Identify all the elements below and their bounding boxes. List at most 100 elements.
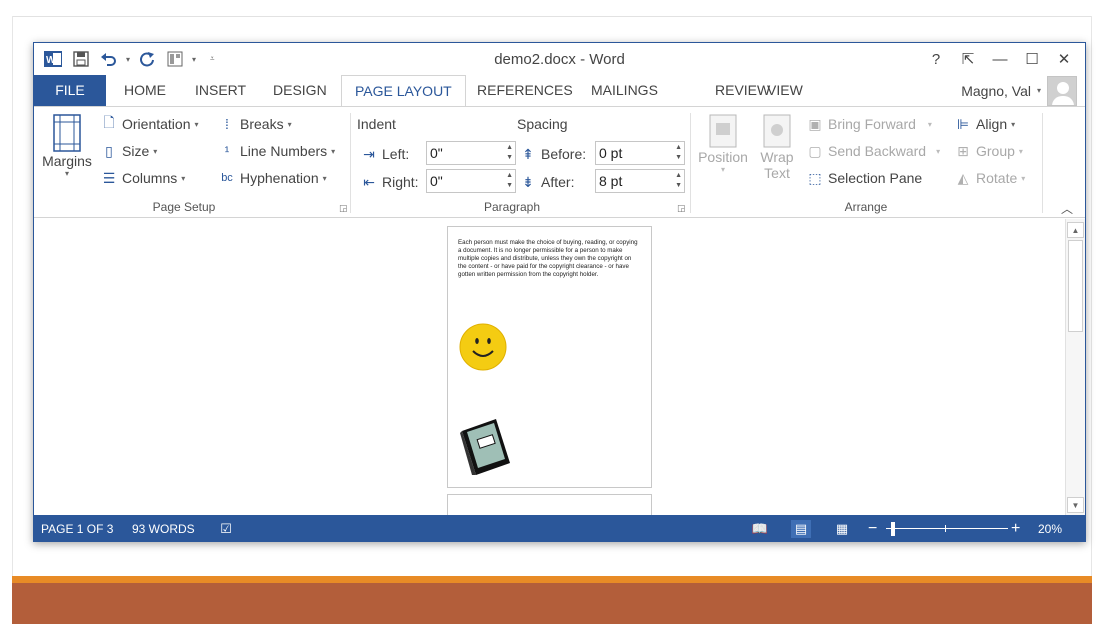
- spinner-arrows-icon[interactable]: ▲ ▼: [506, 171, 513, 191]
- position-label: Position: [698, 149, 748, 165]
- page-setup-launcher-icon[interactable]: ◲: [339, 203, 348, 214]
- group-button[interactable]: ⊞ Group ▾: [954, 140, 1023, 162]
- page-count[interactable]: PAGE 1 OF 3: [41, 515, 113, 541]
- spacing-before-value: 0 pt: [599, 145, 623, 161]
- zoom-slider-thumb[interactable]: [891, 522, 895, 536]
- spacing-heading: Spacing: [517, 116, 568, 132]
- spinner-arrows-icon[interactable]: ▲ ▼: [506, 143, 513, 163]
- zoom-out-icon[interactable]: −: [868, 515, 877, 541]
- columns-dropdown-icon: ▾: [181, 173, 186, 183]
- ribbon-tabs: FILE HOME INSERT DESIGN PAGE LAYOUT REFE…: [34, 75, 1085, 107]
- vertical-scrollbar[interactable]: ▲ ▼: [1065, 219, 1085, 515]
- collapse-ribbon-icon[interactable]: ︿: [1061, 200, 1073, 217]
- scroll-down-icon[interactable]: ▼: [1067, 497, 1084, 513]
- spacing-after-label-row: ⇟ After:: [519, 171, 574, 193]
- rotate-icon: ◭: [957, 169, 969, 186]
- line-numbers-dropdown-icon: ▾: [331, 146, 336, 156]
- selection-pane-icon: ⬚: [808, 169, 822, 186]
- align-button[interactable]: ⊫ Align ▾: [954, 113, 1015, 135]
- send-backward-label: Send Backward: [828, 143, 927, 159]
- word-count[interactable]: 93 WORDS: [132, 515, 195, 541]
- paragraph-launcher-icon[interactable]: ◲: [677, 203, 686, 214]
- indent-right-value: 0": [430, 173, 443, 189]
- indent-right-icon: ⇤: [363, 173, 375, 190]
- breaks-icon: ⁞: [225, 116, 229, 132]
- spinner-arrows-icon[interactable]: ▲ ▼: [675, 171, 682, 191]
- help-button[interactable]: ?: [923, 47, 949, 71]
- slide-band-orange: [12, 576, 1092, 583]
- smiley-face-clipart[interactable]: [459, 323, 507, 371]
- paragraph-group-label: Paragraph: [483, 200, 541, 214]
- margins-button[interactable]: Margins ▾: [40, 113, 94, 178]
- columns-button[interactable]: ☰ Columns ▾: [100, 167, 186, 189]
- line-numbers-label: Line Numbers: [240, 143, 328, 159]
- scroll-thumb[interactable]: [1068, 240, 1083, 332]
- zoom-in-icon[interactable]: +: [1011, 515, 1020, 541]
- size-icon: ▯: [105, 142, 113, 159]
- word-window: W ▾ ▾ ⩡ demo2.docx - Word ? ⇱ — ☐ ✕ FILE…: [33, 42, 1086, 542]
- tab-design[interactable]: DESIGN: [260, 75, 340, 106]
- status-bar: PAGE 1 OF 3 93 WORDS ☑ 📖 ▤ ▦ − + 20%: [34, 515, 1085, 541]
- hyphenation-button[interactable]: bc Hyphenation ▾: [218, 167, 326, 189]
- position-icon: [709, 114, 737, 148]
- send-backward-button[interactable]: ▢ Send Backward ▾: [806, 140, 940, 162]
- spinner-arrows-icon[interactable]: ▲ ▼: [675, 143, 682, 163]
- user-account[interactable]: Magno, Val ▾: [961, 75, 1077, 106]
- orientation-icon: 🗋: [103, 114, 115, 130]
- wrap-text-button[interactable]: Wrap Text: [752, 113, 802, 181]
- zoom-level[interactable]: 20%: [1038, 515, 1062, 541]
- proofing-icon[interactable]: ☑: [216, 520, 236, 538]
- breaks-button[interactable]: ⁞ Breaks ▾: [218, 113, 292, 135]
- spacing-after-icon: ⇟: [522, 173, 534, 190]
- close-button[interactable]: ✕: [1051, 47, 1077, 71]
- selection-pane-button[interactable]: ⬚ Selection Pane: [806, 167, 922, 189]
- tab-mailings[interactable]: MAILINGS: [578, 75, 671, 106]
- ribbon-display-options-button[interactable]: ⇱: [955, 47, 981, 71]
- read-mode-icon[interactable]: 📖: [750, 520, 770, 538]
- spacing-after-field[interactable]: 8 pt ▲ ▼: [595, 169, 685, 193]
- position-button[interactable]: Position ▾: [696, 113, 750, 174]
- indent-left-label: Left:: [382, 146, 410, 162]
- breaks-dropdown-icon: ▾: [287, 119, 292, 129]
- spacing-before-label: Before:: [541, 146, 587, 162]
- spacing-before-field[interactable]: 0 pt ▲ ▼: [595, 141, 685, 165]
- group-label: Group: [976, 143, 1015, 159]
- align-icon: ⊫: [956, 115, 970, 132]
- zoom-slider-track[interactable]: [886, 528, 1008, 529]
- scroll-up-icon[interactable]: ▲: [1067, 222, 1084, 238]
- breaks-label: Breaks: [240, 116, 284, 132]
- title-bar: W ▾ ▾ ⩡ demo2.docx - Word ? ⇱ — ☐ ✕: [34, 43, 1085, 75]
- size-label: Size: [122, 143, 150, 159]
- rotate-button[interactable]: ◭ Rotate ▾: [954, 167, 1026, 189]
- line-numbers-icon: ¹: [224, 143, 230, 159]
- indent-right-label: Right:: [382, 174, 419, 190]
- tab-file[interactable]: FILE: [34, 75, 106, 106]
- tab-references[interactable]: REFERENCES: [464, 75, 586, 106]
- indent-left-value: 0": [430, 145, 443, 161]
- tab-home[interactable]: HOME: [111, 75, 179, 106]
- orientation-button[interactable]: 🗋 Orientation ▾: [100, 113, 198, 135]
- law-book-clipart[interactable]: [458, 417, 512, 477]
- tab-insert[interactable]: INSERT: [182, 75, 259, 106]
- minimize-button[interactable]: —: [987, 47, 1013, 71]
- line-numbers-button[interactable]: ¹ Line Numbers ▾: [218, 140, 336, 162]
- indent-left-field[interactable]: 0" ▲ ▼: [426, 141, 516, 165]
- user-name: Magno, Val: [961, 82, 1031, 99]
- web-layout-icon[interactable]: ▦: [832, 520, 852, 538]
- page-1-text[interactable]: Each person must make the choice of buyi…: [458, 239, 638, 279]
- columns-label: Columns: [122, 170, 178, 186]
- group-icon: ⊞: [957, 142, 969, 159]
- print-layout-icon[interactable]: ▤: [791, 520, 811, 538]
- maximize-button[interactable]: ☐: [1019, 47, 1045, 71]
- window-controls: ? ⇱ — ☐ ✕: [923, 47, 1077, 71]
- tab-page-layout[interactable]: PAGE LAYOUT: [341, 75, 466, 107]
- tab-view[interactable]: VIEW: [754, 75, 816, 106]
- document-page-1[interactable]: Each person must make the choice of buyi…: [447, 226, 652, 488]
- size-button[interactable]: ▯ Size ▾: [100, 140, 157, 162]
- send-backward-icon: ▢: [808, 142, 822, 159]
- bring-forward-icon: ▣: [808, 115, 822, 132]
- indent-right-field[interactable]: 0" ▲ ▼: [426, 169, 516, 193]
- bring-forward-button[interactable]: ▣ Bring Forward ▾: [806, 113, 932, 135]
- group-separator: [1042, 113, 1043, 213]
- bring-forward-label: Bring Forward: [828, 116, 916, 132]
